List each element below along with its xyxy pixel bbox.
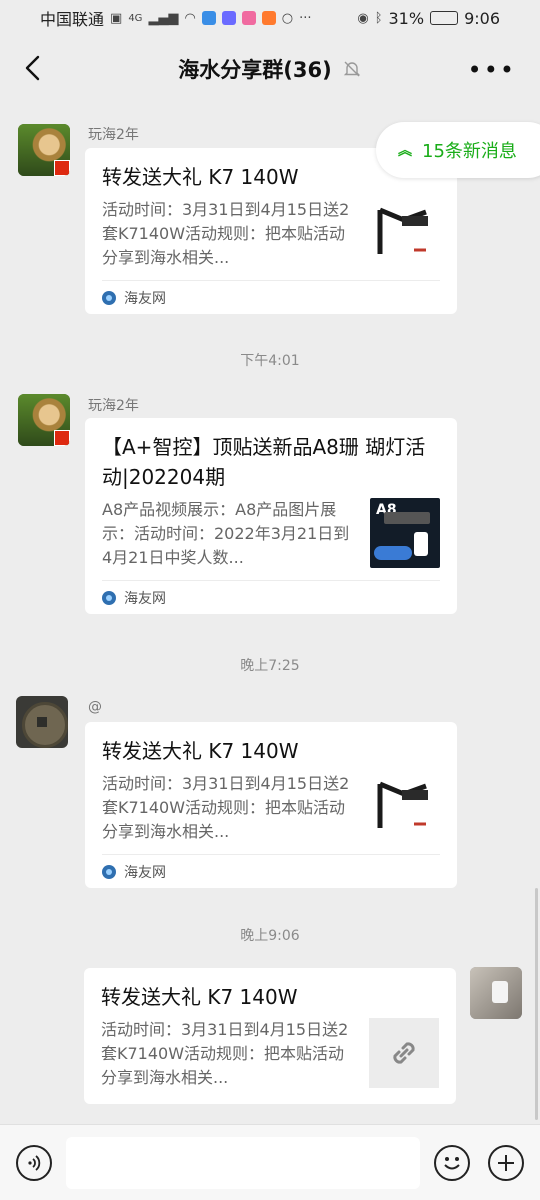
status-left: 中国联通 ▣ 4G ▂▄▆ ◠ ○ ···: [40, 6, 312, 30]
smiley-icon: [444, 1157, 460, 1170]
signal-icon: ▂▄▆: [148, 10, 179, 26]
china-flag-icon: [54, 160, 70, 176]
card-title: 转发送大礼 K7 140W: [102, 739, 299, 763]
link-card[interactable]: 转发送大礼 K7 140W 活动时间：3月31日到4月15日送2套K7140W活…: [85, 722, 457, 888]
link-card[interactable]: 转发送大礼 K7 140W 活动时间：3月31日到4月15日送2套K7140W活…: [84, 968, 456, 1104]
carrier-label: 中国联通: [40, 10, 105, 29]
source-name: 海友网: [124, 290, 166, 307]
avatar[interactable]: [470, 967, 522, 1019]
avatar[interactable]: [16, 696, 68, 748]
bluetooth-icon: ᛒ: [374, 10, 383, 26]
message-input[interactable]: [66, 1137, 420, 1189]
card-body: 活动时间：3月31日到4月15日送2套K7140W活动规则：把本贴活动分享到海水…: [102, 772, 440, 844]
new-messages-button[interactable]: ︽ 15条新消息: [376, 122, 540, 178]
sender-name: 玩海2年: [88, 127, 139, 143]
aquarium-lamp-thumbnail: [370, 772, 440, 842]
message-timestamp: 晚上7:25: [240, 658, 300, 674]
play-app-icon: [261, 11, 276, 25]
card-source: 海友网: [102, 280, 440, 314]
clock: 9:06: [464, 8, 500, 28]
message-timestamp: 下午4:01: [240, 353, 300, 369]
coral-lamp-thumbnail: A8: [370, 498, 440, 568]
double-chevron-up-icon: ︽: [398, 143, 412, 159]
back-button[interactable]: [14, 50, 50, 86]
source-app-icon: [102, 590, 116, 605]
chat-title-group: 海水分享群(36): [178, 54, 361, 84]
battery-icon: [430, 11, 459, 25]
china-flag-icon: [54, 430, 70, 446]
chat-input-bar: [0, 1124, 540, 1200]
message-timestamp: 晚上9:06: [240, 928, 300, 944]
card-source: 海友网: [102, 580, 440, 614]
chat-header: 海水分享群(36) •••: [0, 36, 540, 102]
link-placeholder-thumbnail: [369, 1018, 439, 1088]
card-description: 活动时间：3月31日到4月15日送2套K7140W活动规则：把本贴活动分享到海水…: [102, 200, 350, 267]
status-bar: 中国联通 ▣ 4G ▂▄▆ ◠ ○ ··· ◉ ᛒ 31% 9:06: [0, 0, 540, 36]
chat-title: 海水分享群(36): [178, 58, 332, 82]
link-icon: [393, 1042, 415, 1064]
link-card[interactable]: 【A+智控】顶贴送新品A8珊 瑚灯活动|202204期 A8产品视频展示：A8产…: [85, 418, 457, 614]
grid-app-icon: [241, 11, 256, 25]
card-body: A8产品视频展示：A8产品图片展示：活动时间：2022年3月21日到4月21日中…: [102, 498, 440, 570]
emoji-button[interactable]: [434, 1145, 470, 1181]
network-type: 4G: [128, 12, 143, 24]
aquarium-lamp-thumbnail: [370, 198, 440, 268]
card-description: A8产品视频展示：A8产品图片展示：活动时间：2022年3月21日到4月21日中…: [102, 500, 350, 567]
avatar[interactable]: [18, 124, 70, 176]
status-right: ◉ ᛒ 31% 9:06: [357, 9, 500, 28]
card-description: 活动时间：3月31日到4月15日送2套K7140W活动规则：把本贴活动分享到海水…: [102, 774, 350, 841]
card-title: 【A+智控】顶贴送新品A8珊 瑚灯活动|202204期: [102, 435, 426, 489]
voice-icon: [28, 1155, 41, 1171]
card-title: 转发送大礼 K7 140W: [101, 985, 298, 1009]
plus-icon: [498, 1155, 514, 1171]
status-more-icon: ···: [299, 10, 312, 26]
sender-name: @: [88, 699, 102, 715]
card-source: 海友网: [102, 854, 440, 888]
card-body: 活动时间：3月31日到4月15日送2套K7140W活动规则：把本贴活动分享到海水…: [102, 198, 440, 270]
circle-app-icon: ○: [281, 10, 294, 26]
avatar[interactable]: [18, 394, 70, 446]
card-body: 活动时间：3月31日到4月15日送2套K7140W活动规则：把本贴活动分享到海水…: [101, 1018, 439, 1090]
sender-name: 玩海2年: [88, 398, 139, 414]
source-name: 海友网: [124, 864, 166, 881]
more-functions-button[interactable]: [488, 1145, 524, 1181]
wifi-icon: ◠: [184, 10, 196, 26]
music-app-icon: [221, 11, 236, 25]
more-options-button[interactable]: •••: [468, 56, 516, 84]
battery-percent: 31%: [388, 8, 425, 28]
source-name: 海友网: [124, 590, 166, 607]
scrollbar[interactable]: [535, 888, 538, 1120]
eye-icon: ◉: [357, 10, 369, 26]
hd-icon: ▣: [110, 10, 123, 26]
source-app-icon: [102, 864, 116, 879]
shield-app-icon: [201, 11, 216, 25]
chevron-left-icon: [25, 55, 40, 81]
source-app-icon: [102, 290, 116, 305]
voice-input-button[interactable]: [16, 1145, 52, 1181]
new-messages-label: 15条新消息: [422, 141, 517, 162]
mute-bell-icon: [343, 61, 360, 77]
card-description: 活动时间：3月31日到4月15日送2套K7140W活动规则：把本贴活动分享到海水…: [101, 1020, 349, 1087]
